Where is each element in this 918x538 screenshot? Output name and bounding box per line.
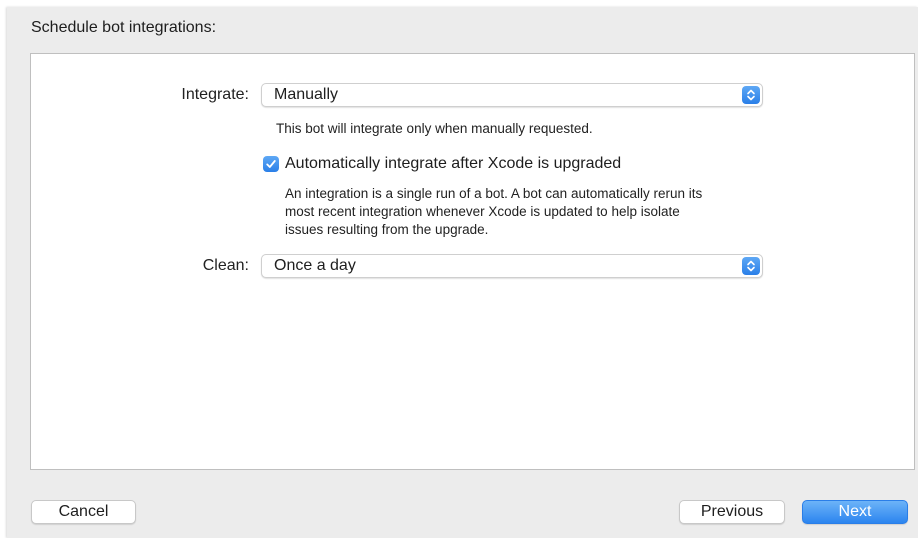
cancel-button[interactable]: Cancel — [31, 500, 136, 524]
sheet: Schedule bot integrations: Integrate: Ma… — [7, 7, 918, 538]
chevron-up-down-icon — [742, 257, 760, 275]
auto-integrate-label[interactable]: Automatically integrate after Xcode is u… — [285, 155, 621, 173]
auto-integrate-description: An integration is a single run of a bot.… — [285, 185, 702, 239]
integrate-popup-value: Manually — [274, 86, 339, 103]
auto-integrate-checkbox[interactable] — [263, 156, 279, 172]
description-line: An integration is a single run of a bot.… — [285, 186, 703, 201]
integrate-popup[interactable]: Manually — [261, 83, 763, 107]
page-title: Schedule bot integrations: — [31, 19, 217, 36]
clean-popup[interactable]: Once a day — [261, 254, 763, 278]
clean-popup-value: Once a day — [274, 257, 356, 274]
settings-panel: Integrate: Manually This bot will integr… — [30, 53, 915, 470]
clean-label: Clean: — [202, 257, 249, 274]
integrate-label: Integrate: — [181, 86, 249, 103]
chevron-up-down-icon — [742, 86, 760, 104]
integrate-hint: This bot will integrate only when manual… — [276, 121, 593, 136]
next-button[interactable]: Next — [802, 500, 908, 524]
description-line: issues resulting from the upgrade. — [285, 222, 489, 237]
checkmark-icon — [266, 160, 276, 168]
previous-button[interactable]: Previous — [679, 500, 785, 524]
description-line: most recent integration whenever Xcode i… — [285, 204, 680, 219]
